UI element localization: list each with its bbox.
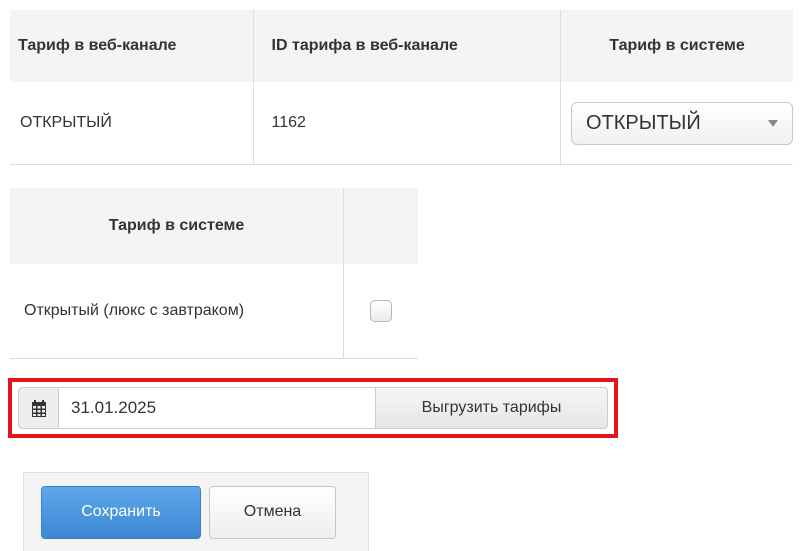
system-rate-name: Открытый (люкс с завтраком) — [10, 264, 344, 359]
system-rate-checkbox[interactable] — [370, 300, 392, 322]
header-system-rate: Тариф в системе — [560, 10, 793, 82]
web-rate-id-cell: 1162 — [252, 82, 561, 165]
rate-mapping-row: ОТКРЫТЫЙ 1162 ОТКРЫТЫЙ — [10, 82, 793, 165]
system-rate-select[interactable]: ОТКРЫТЫЙ — [571, 101, 793, 145]
system-rates-header-row: Тариф в системе — [10, 188, 418, 264]
header-web-rate-id: ID тарифа в веб-канале — [252, 10, 561, 82]
system-rates-header: Тариф в системе — [10, 188, 344, 264]
system-rate-cell: ОТКРЫТЫЙ — [560, 82, 793, 165]
date-input[interactable] — [58, 387, 376, 429]
system-rate-checkbox-cell — [343, 264, 418, 359]
cancel-button[interactable]: Отмена — [209, 485, 336, 539]
calendar-icon — [31, 399, 46, 417]
chevron-down-icon — [768, 119, 778, 127]
rate-mapping-table: Тариф в веб-канале ID тарифа в веб-канал… — [10, 10, 793, 165]
system-rates-table: Тариф в системе Открытый (люкс с завтрак… — [10, 188, 418, 359]
web-rate-cell: ОТКРЫТЫЙ — [10, 82, 254, 165]
system-rate-select-value: ОТКРЫТЫЙ — [586, 111, 701, 134]
calendar-addon[interactable] — [18, 387, 58, 429]
rate-mapping-header-row: Тариф в веб-канале ID тарифа в веб-канал… — [10, 10, 793, 82]
save-button[interactable]: Сохранить — [41, 485, 201, 539]
export-rates-group: Выгрузить тарифы — [8, 378, 618, 438]
header-web-rate: Тариф в веб-канале — [10, 10, 254, 82]
system-rate-row: Открытый (люкс с завтраком) — [10, 264, 418, 359]
form-actions: Сохранить Отмена — [23, 472, 369, 551]
export-rates-button[interactable]: Выгрузить тарифы — [376, 387, 608, 429]
checkbox-column-header — [343, 188, 418, 264]
